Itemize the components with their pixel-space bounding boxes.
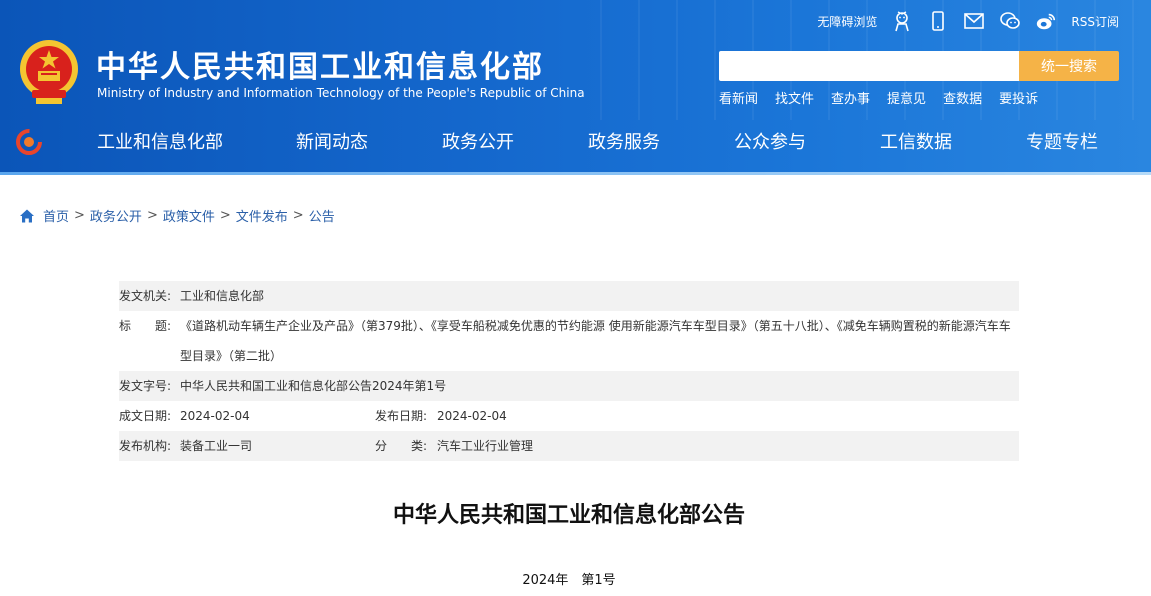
nav-item-services[interactable]: 政务服务 — [588, 128, 660, 158]
home-icon[interactable] — [19, 208, 35, 224]
meta-row-title: 标 题: 《道路机动车辆生产企业及产品》（第379批）、《享受车船税减免优惠的节… — [119, 311, 1019, 371]
issuer-value: 工业和信息化部 — [180, 289, 265, 303]
breadcrumb-separator: > — [74, 208, 85, 223]
search-input[interactable] — [719, 51, 1019, 81]
meta-row-org: 发布机构: 装备工业一司 分 类: 汽车工业行业管理 — [119, 431, 1019, 461]
ministry-logo-icon — [16, 129, 42, 155]
breadcrumb-file-release[interactable]: 文件发布 — [236, 206, 288, 225]
top-toolbar: 无障碍浏览 RSS订阅 — [817, 10, 1119, 32]
category-label: 分 类: — [375, 439, 428, 453]
org-label: 发布机构: — [119, 439, 172, 453]
nav-item-topics[interactable]: 专题专栏 — [1026, 128, 1098, 158]
breadcrumb-home[interactable]: 首页 — [43, 206, 69, 225]
published-date-value: 2024-02-04 — [437, 409, 507, 423]
title-value: 《道路机动车辆生产企业及产品》（第379批）、《享受车船税减免优惠的节约能源 使… — [180, 319, 1011, 363]
quick-link-complaint[interactable]: 要投诉 — [999, 88, 1038, 107]
nav-item-miit[interactable]: 工业和信息化部 — [97, 128, 223, 158]
rss-link[interactable]: RSS订阅 — [1071, 10, 1119, 32]
meta-row-doc-number: 发文字号: 中华人民共和国工业和信息化部公告2024年第1号 — [119, 371, 1019, 401]
wechat-icon[interactable] — [999, 10, 1021, 32]
quick-link-feedback[interactable]: 提意见 — [887, 88, 926, 107]
doc-number-label: 发文字号: — [119, 379, 172, 393]
national-emblem-icon[interactable] — [18, 38, 80, 106]
org-value: 装备工业一司 — [180, 439, 253, 453]
published-date-label: 发布日期: — [375, 409, 428, 423]
breadcrumb-notice[interactable]: 公告 — [309, 206, 335, 225]
breadcrumb-separator: > — [219, 208, 231, 223]
issuer-label: 发文机关: — [119, 289, 172, 303]
title-label: 标 题: — [119, 319, 172, 333]
quick-link-news[interactable]: 看新闻 — [719, 88, 758, 107]
meta-row-dates: 成文日期: 2024-02-04 发布日期: 2024-02-04 — [119, 401, 1019, 431]
created-date-label: 成文日期: — [119, 409, 172, 423]
nav-item-open-gov[interactable]: 政务公开 — [442, 128, 514, 158]
site-header: 中华人民共和国工业和信息化部 Ministry of Industry and … — [0, 0, 1151, 175]
site-search: 统一搜索 — [719, 51, 1119, 81]
accessibility-link[interactable]: 无障碍浏览 — [817, 10, 877, 32]
doc-number-value: 中华人民共和国工业和信息化部公告2024年第1号 — [180, 379, 447, 393]
breadcrumb: 首页 > 政务公开 > 政策文件 > 文件发布 > 公告 — [19, 206, 335, 225]
created-date-value: 2024-02-04 — [180, 409, 250, 423]
category-value: 汽车工业行业管理 — [437, 439, 534, 453]
mail-icon[interactable] — [963, 10, 985, 32]
header-divider — [0, 172, 1151, 175]
site-title[interactable]: 中华人民共和国工业和信息化部 — [96, 42, 544, 86]
mobile-icon[interactable] — [927, 10, 949, 32]
nav-item-participation[interactable]: 公众参与 — [734, 128, 806, 158]
site-title-en[interactable]: Ministry of Industry and Information Tec… — [97, 86, 585, 100]
nav-item-data[interactable]: 工信数据 — [880, 128, 952, 158]
quick-link-data[interactable]: 查数据 — [943, 88, 982, 107]
weibo-icon[interactable] — [1035, 10, 1057, 32]
quick-links: 看新闻 找文件 查办事 提意见 查数据 要投诉 — [719, 88, 1038, 107]
document-number: 2024年 第1号 — [522, 573, 616, 588]
document-title: 中华人民共和国工业和信息化部公告 — [392, 503, 745, 528]
nav-item-news[interactable]: 新闻动态 — [296, 128, 368, 158]
breadcrumb-separator: > — [146, 208, 158, 223]
main-nav: 工业和信息化部 新闻动态 政务公开 政务服务 公众参与 工信数据 专题专栏 — [60, 128, 1151, 158]
elderly-mode-icon[interactable] — [891, 10, 913, 32]
meta-row-issuer: 发文机关: 工业和信息化部 — [119, 281, 1019, 311]
breadcrumb-open-gov[interactable]: 政务公开 — [90, 206, 142, 225]
search-button[interactable]: 统一搜索 — [1019, 51, 1119, 81]
document-metadata: 发文机关: 工业和信息化部 标 题: 《道路机动车辆生产企业及产品》（第379批… — [119, 281, 1019, 461]
breadcrumb-policy-files[interactable]: 政策文件 — [163, 206, 215, 225]
quick-link-services[interactable]: 查办事 — [831, 88, 870, 107]
quick-link-files[interactable]: 找文件 — [775, 88, 814, 107]
breadcrumb-separator: > — [292, 208, 304, 223]
